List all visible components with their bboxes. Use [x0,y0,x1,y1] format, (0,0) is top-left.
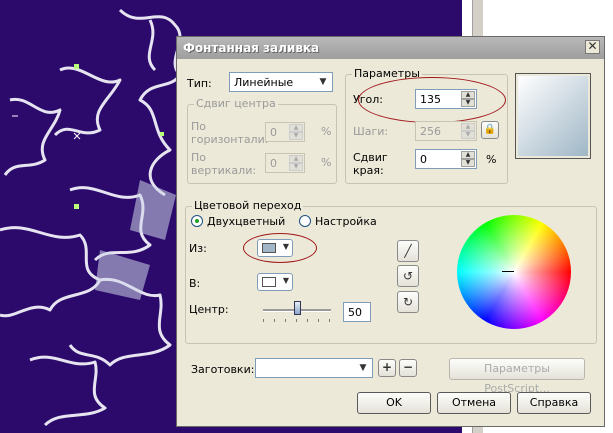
vertical-offset-value: 0 [270,157,277,170]
presets-label: Заготовки: [191,363,255,376]
type-label: Тип: [187,77,212,90]
counterclockwise-path-button[interactable]: ↺ [397,265,419,287]
custom-radio[interactable] [299,215,311,227]
to-color-swatch [262,277,276,287]
steps-label: Шаги: [353,125,389,138]
edge-pad-spinner[interactable]: 0 ▲ ▼ [415,149,477,169]
spin-up-icon[interactable]: ▲ [461,123,475,131]
horizontal-offset-value: 0 [270,126,277,139]
steps-value: 256 [420,125,441,138]
horizontal-label-line2: горизонтали: [191,133,269,146]
center-slider-thumb[interactable] [294,301,301,315]
vertical-label-line1: По [191,151,207,164]
steps-lock-button[interactable]: 🔒 [481,121,499,139]
two-color-radio[interactable] [191,215,203,227]
plus-icon: + [381,360,393,374]
center-value: 50 [348,306,362,319]
horizontal-offset-spinner[interactable]: 0 ▲ ▼ [265,122,305,142]
add-preset-button[interactable]: + [378,359,396,377]
vertical-unit: % [321,156,332,169]
spin-down-icon[interactable]: ▼ [461,131,475,139]
chevron-down-icon: ▼ [282,276,289,285]
two-color-radio-label: Двухцветный [207,215,286,228]
from-color-highlight-ellipse [243,233,317,263]
line-icon: ╱ [404,244,412,258]
edge-pad-unit: % [486,153,497,166]
edge-pad-label-line2: края: [353,164,384,177]
remove-preset-button[interactable]: − [399,359,417,377]
edge-pad-label-line1: Сдвиг [353,151,388,164]
fill-preview[interactable] [515,73,591,159]
steps-spinner[interactable]: 256 ▲ ▼ [415,121,477,141]
spin-up-icon[interactable]: ▲ [289,124,303,132]
rotate-ccw-icon: ↺ [402,269,414,283]
center-value-input[interactable]: 50 [343,302,371,322]
center-label: Центр: [189,303,229,316]
spin-up-icon[interactable]: ▲ [461,151,475,159]
edge-pad-value: 0 [420,153,427,166]
rotate-cw-icon: ↻ [402,295,414,309]
color-wheel-marker [502,271,514,272]
spin-down-icon[interactable]: ▼ [289,132,303,140]
color-wheel[interactable] [457,215,571,329]
color-wheel-saturation [457,215,571,329]
spin-up-icon[interactable]: ▲ [289,155,303,163]
center-offset-title: Сдвиг центра [194,97,278,110]
spin-down-icon[interactable]: ▼ [461,159,475,167]
type-select-value: Линейные [234,76,294,89]
fill-preview-gradient [518,76,588,156]
chevron-down-icon: ▼ [359,363,367,373]
lock-icon: 🔒 [483,124,497,135]
fountain-fill-dialog: Фонтанная заливка ✕ Тип: Линейные ▼ Сдви… [176,36,605,427]
cancel-button[interactable]: Отмена [437,392,511,414]
direct-path-button[interactable]: ╱ [397,240,419,262]
custom-radio-label: Настройка [315,215,377,228]
from-color-label: Из: [189,242,207,255]
close-button[interactable]: ✕ [585,40,600,54]
dialog-title: Фонтанная заливка [183,41,320,55]
spin-down-icon[interactable]: ▼ [289,163,303,171]
horizontal-label-line1: По [191,120,207,133]
vertical-offset-spinner[interactable]: 0 ▲ ▼ [265,153,305,173]
center-slider-ticks [263,319,331,322]
color-transition-title: Цветовой переход [192,199,304,212]
minus-icon: − [402,360,414,374]
to-color-label: В: [189,277,201,290]
postscript-options-button[interactable]: Параметры PostScript... [449,358,585,395]
ok-button[interactable]: OK [357,392,431,414]
clockwise-path-button[interactable]: ↻ [397,291,419,313]
help-button[interactable]: Справка [517,392,591,414]
to-color-picker[interactable]: ▼ [257,273,293,291]
angle-highlight-ellipse [358,77,506,123]
horizontal-unit: % [321,125,332,138]
type-select[interactable]: Линейные ▼ [229,72,333,92]
dialog-titlebar[interactable]: Фонтанная заливка ✕ [177,37,604,59]
chevron-down-icon: ▼ [319,77,327,87]
vertical-label-line2: вертикали: [191,164,257,177]
presets-select[interactable]: ▼ [255,358,373,378]
close-icon: ✕ [587,39,598,53]
